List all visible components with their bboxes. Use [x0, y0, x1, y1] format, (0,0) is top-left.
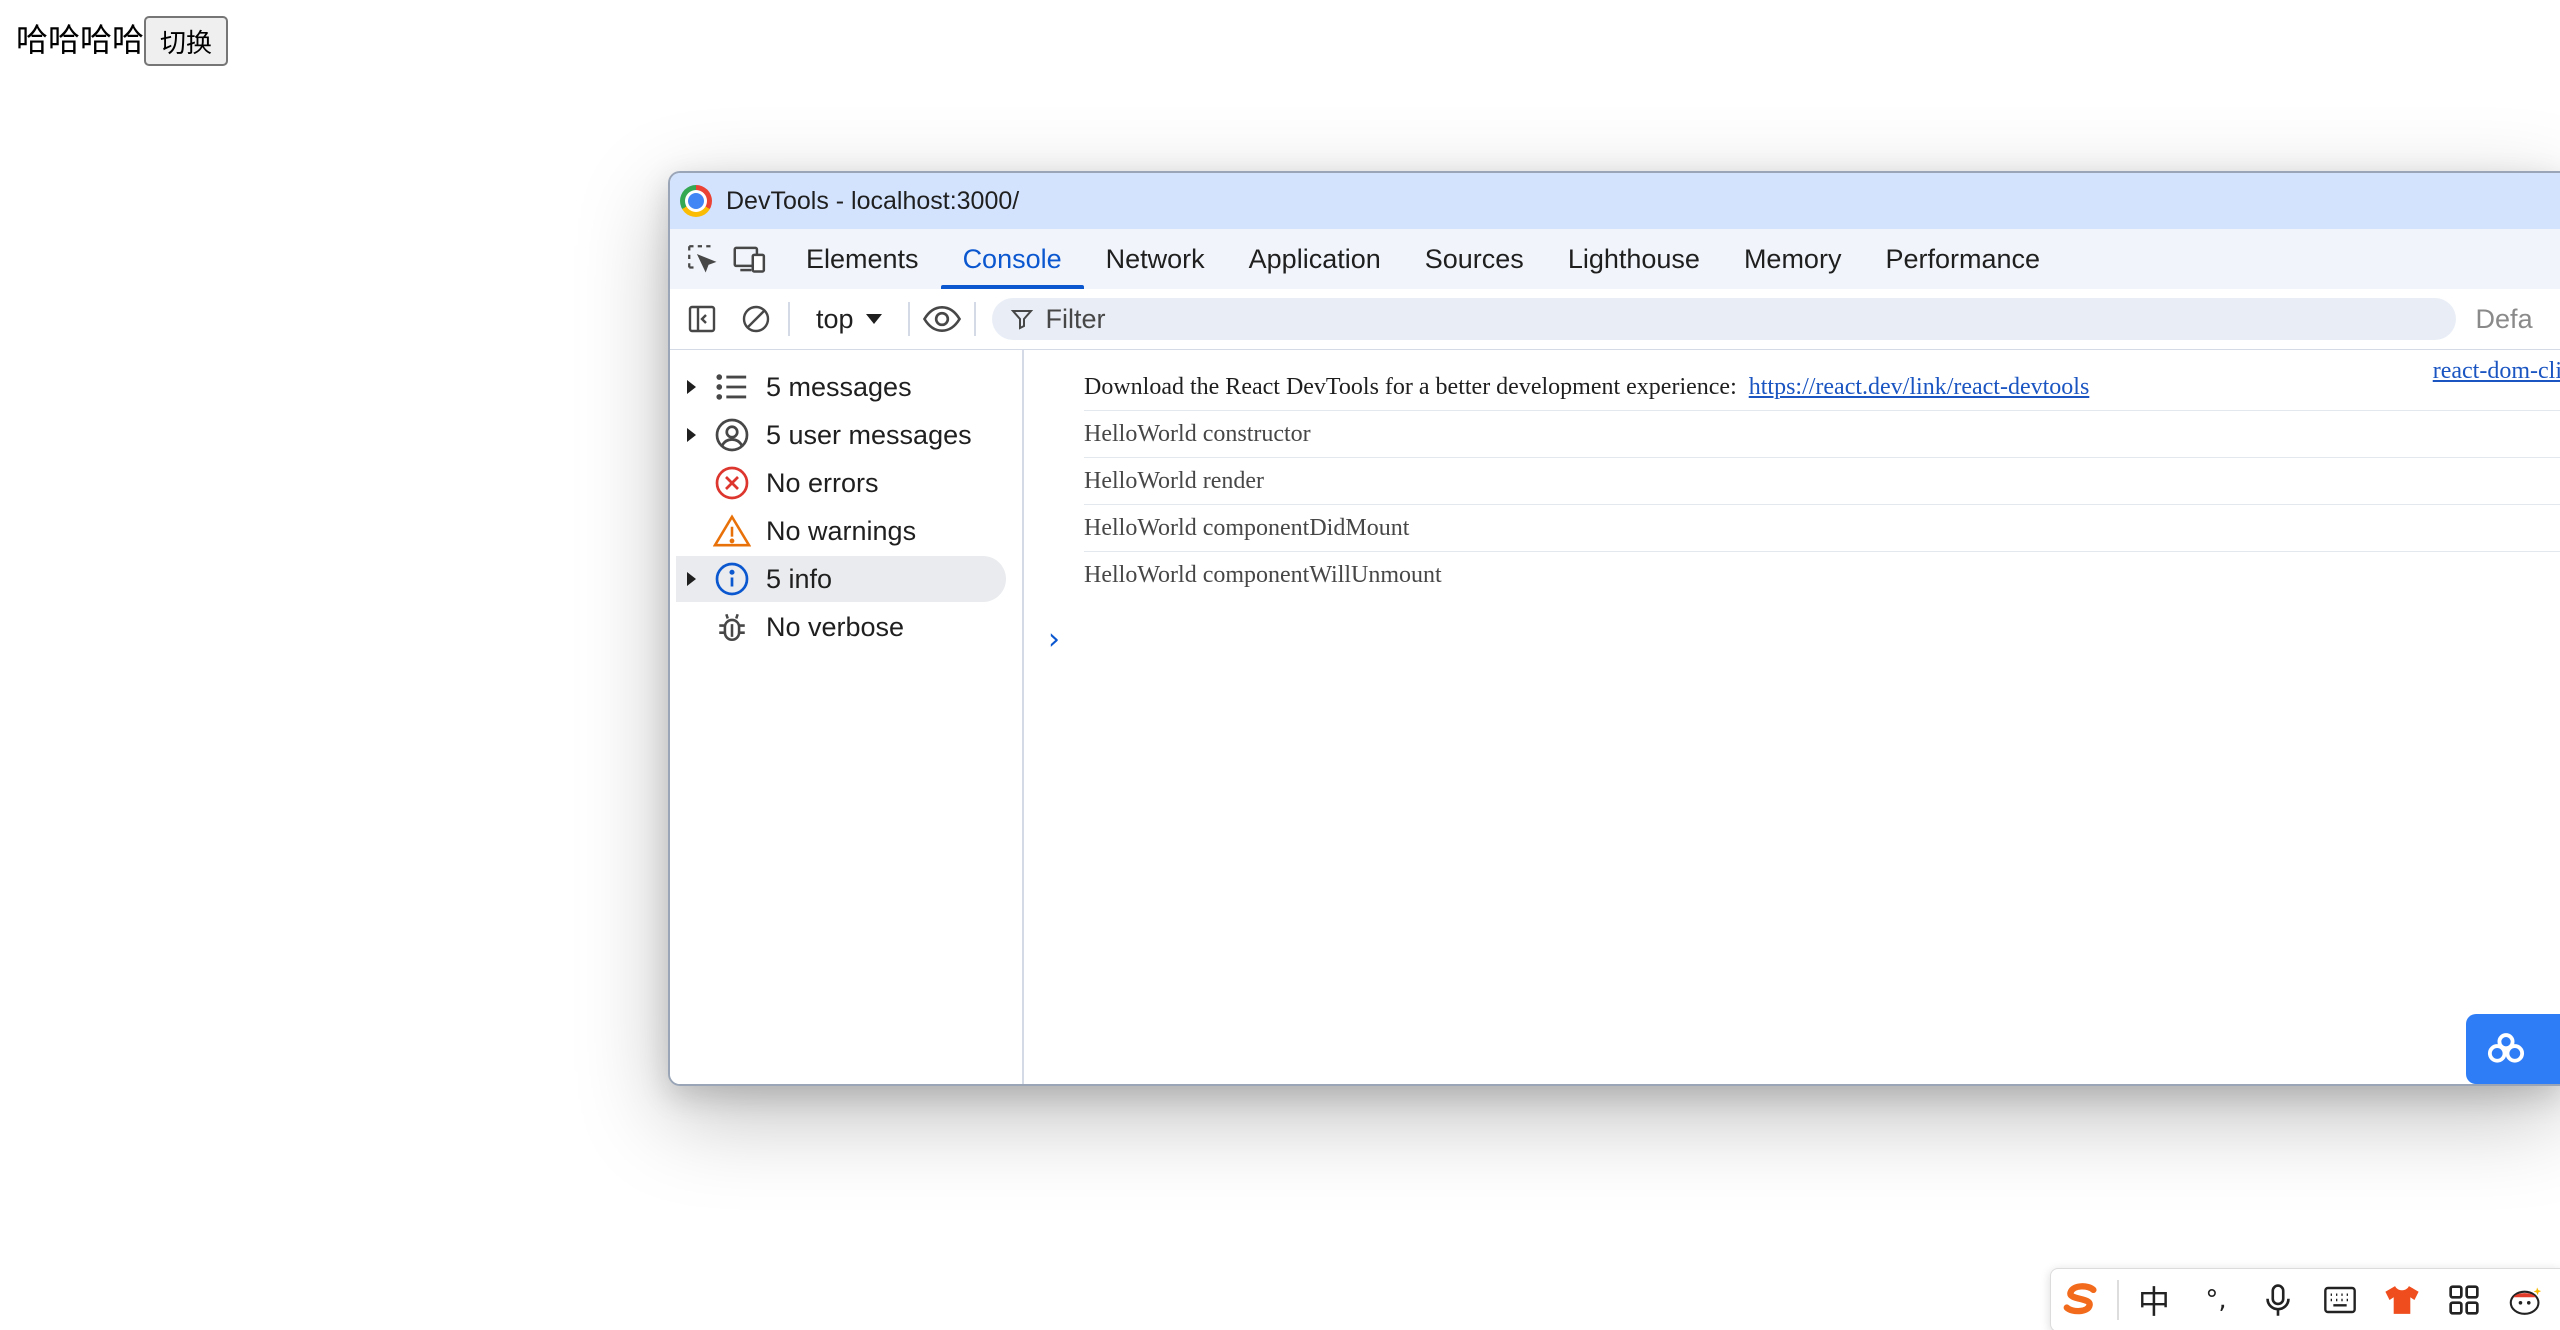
toolbar-divider: [973, 302, 976, 336]
grid-icon[interactable]: [2433, 1269, 2495, 1330]
chevron-down-icon: [865, 314, 882, 324]
console-message-text: HelloWorld render: [1084, 467, 1264, 494]
console-message: HelloWorld componentWillUnmount: [1084, 552, 2560, 598]
console-message-text: HelloWorld constructor: [1084, 420, 1311, 447]
baidu-cloud-icon: [2487, 1033, 2525, 1063]
console-message: HelloWorld render: [1084, 458, 2560, 505]
error-icon: [712, 463, 752, 503]
console-message: HelloWorld componentDidMount: [1084, 505, 2560, 552]
window-title: DevTools - localhost:3000/: [726, 186, 1020, 215]
expand-arrow-icon[interactable]: [676, 380, 706, 394]
console-message-text: HelloWorld componentDidMount: [1084, 514, 1410, 541]
console-message-text: HelloWorld componentWillUnmount: [1084, 561, 1442, 588]
ime-toolbar: 中 °,: [2050, 1268, 2560, 1330]
log-levels-dropdown[interactable]: Defa: [2476, 304, 2533, 335]
react-devtools-link[interactable]: https://react.dev/link/react-devtools: [1749, 374, 2090, 401]
sidebar-item-user-messages[interactable]: 5 user messages: [676, 412, 1006, 458]
sidebar-item-label: 5 messages: [766, 371, 912, 402]
sidebar-item-messages[interactable]: 5 messages: [676, 364, 1006, 410]
info-icon: [712, 559, 752, 599]
titlebar[interactable]: DevTools - localhost:3000/: [670, 173, 2560, 229]
bug-icon: [712, 607, 752, 647]
clear-console-icon[interactable]: [734, 297, 778, 341]
sogou-logo-icon[interactable]: [2051, 1269, 2113, 1330]
expand-arrow-icon[interactable]: [676, 572, 706, 586]
ime-divider: [2117, 1280, 2119, 1320]
warning-icon: [712, 511, 752, 551]
ime-language-toggle[interactable]: 中: [2123, 1269, 2185, 1330]
tab-elements[interactable]: Elements: [784, 229, 941, 289]
sidebar-item-label: 5 info: [766, 563, 833, 594]
user-circle-icon: [712, 415, 752, 455]
ime-punctuation-toggle[interactable]: °,: [2185, 1269, 2247, 1330]
chrome-logo-icon: [680, 185, 712, 217]
sidebar-item-errors[interactable]: No errors: [676, 460, 1006, 506]
filter-placeholder: Filter: [1045, 303, 1106, 334]
console-prompt[interactable]: ›: [1048, 622, 1060, 657]
devtools-tabbar: Elements Console Network Application Sou…: [670, 229, 2560, 290]
sidebar-item-warnings[interactable]: No warnings: [676, 508, 1006, 554]
console-toolbar: top Filter Defa: [670, 289, 2560, 350]
console-sidebar: 5 messages 5 user messages No errors No …: [670, 350, 1024, 1084]
console-output: react-dom-cli Download the React DevTool…: [1024, 350, 2560, 1084]
tab-memory[interactable]: Memory: [1722, 229, 1864, 289]
sidebar-item-info[interactable]: 5 info: [676, 556, 1006, 602]
tab-performance[interactable]: Performance: [1863, 229, 2062, 289]
microphone-icon[interactable]: [2247, 1269, 2309, 1330]
context-selector[interactable]: top: [800, 304, 898, 335]
toolbar-divider: [788, 302, 790, 336]
page-text: 哈哈哈哈: [16, 22, 145, 58]
list-icon: [712, 367, 752, 407]
tab-lighthouse[interactable]: Lighthouse: [1546, 229, 1722, 289]
tab-console[interactable]: Console: [940, 229, 1084, 289]
tab-application[interactable]: Application: [1227, 229, 1403, 289]
sidebar-item-verbose[interactable]: No verbose: [676, 604, 1006, 650]
sidebar-toggle-icon[interactable]: [680, 297, 724, 341]
filter-icon: [1010, 310, 1033, 330]
expand-arrow-icon[interactable]: [676, 428, 706, 442]
device-toolbar-icon[interactable]: [728, 237, 772, 281]
sidebar-item-label: No errors: [766, 467, 879, 498]
filter-input[interactable]: Filter: [991, 298, 2456, 340]
sidebar-item-label: No warnings: [766, 515, 917, 546]
console-message: Download the React DevTools for a better…: [1084, 364, 2560, 411]
live-expression-eye-icon[interactable]: [920, 297, 964, 341]
inspect-element-icon[interactable]: [680, 237, 724, 281]
context-selector-label: top: [816, 303, 854, 334]
baidu-netdisk-float-button[interactable]: [2466, 1014, 2560, 1084]
toggle-button[interactable]: 切换: [144, 16, 229, 66]
shirt-icon[interactable]: [2371, 1269, 2433, 1330]
sidebar-item-label: No verbose: [766, 611, 905, 642]
sidebar-item-label: 5 user messages: [766, 419, 972, 450]
toolbar-divider: [907, 302, 910, 336]
tab-sources[interactable]: Sources: [1403, 229, 1546, 289]
console-message-text: Download the React DevTools for a better…: [1084, 373, 1737, 400]
tab-network[interactable]: Network: [1084, 229, 1227, 289]
devtools-window: DevTools - localhost:3000/ Elements Cons…: [668, 171, 2560, 1086]
mascot-icon[interactable]: [2495, 1269, 2557, 1330]
keyboard-icon[interactable]: [2309, 1269, 2371, 1330]
console-message: HelloWorld constructor: [1084, 411, 2560, 458]
